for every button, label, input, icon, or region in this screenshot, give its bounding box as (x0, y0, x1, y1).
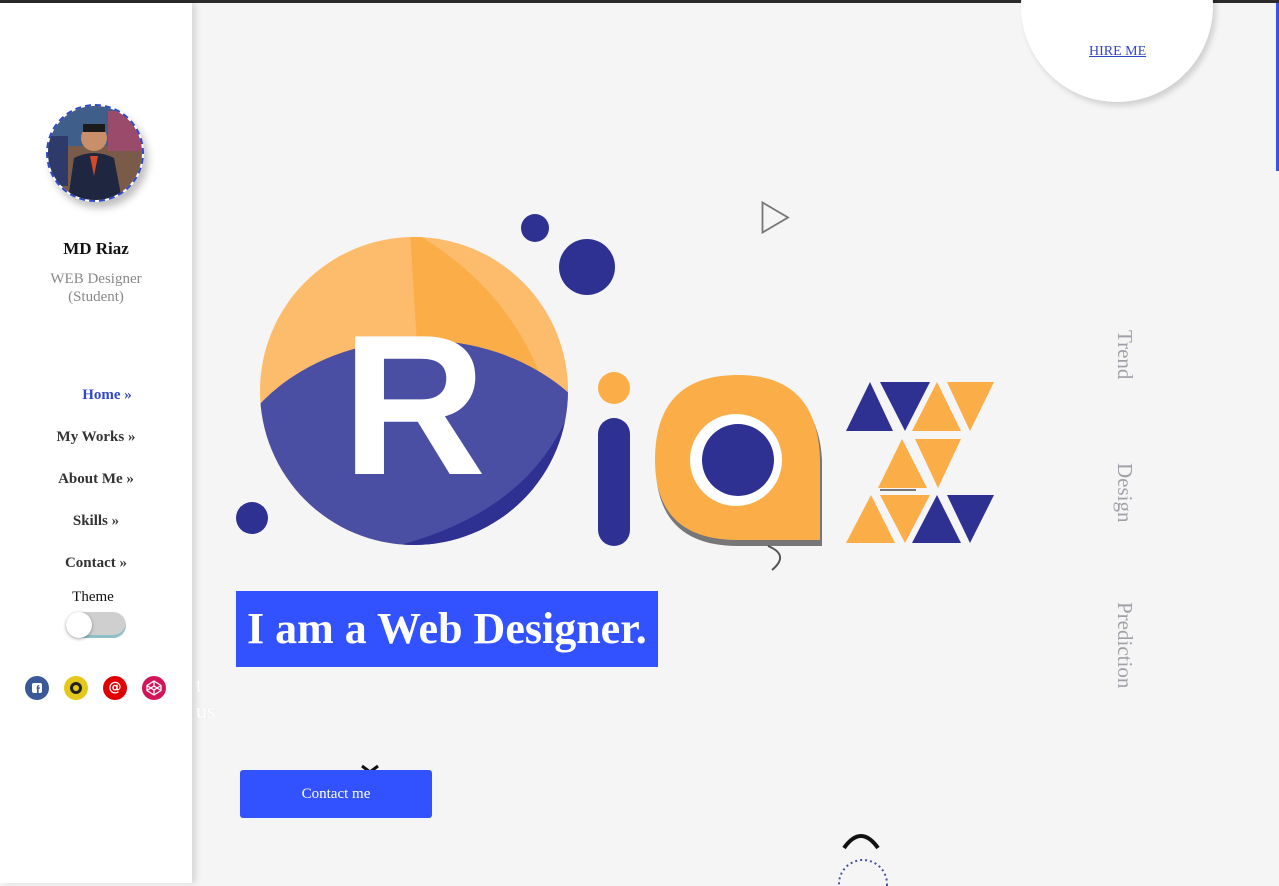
facebook-icon[interactable] (25, 676, 49, 700)
github-icon[interactable] (64, 676, 88, 700)
codepen-icon[interactable] (142, 676, 166, 700)
nav-item-home[interactable]: Home » (0, 383, 192, 425)
logo-i-dot (598, 372, 630, 404)
logo-letter-i (598, 418, 630, 546)
profile-name: MD Riaz (63, 239, 129, 258)
riaz-logo: R (236, 214, 994, 571)
profile-role-status: (Student) (68, 289, 124, 305)
logo-letter-z (846, 382, 994, 543)
avatar (46, 104, 144, 202)
contact-me-button[interactable]: Contact me (240, 770, 432, 818)
profile-photo (48, 106, 142, 200)
nav-item-my-works[interactable]: My Works » (0, 425, 192, 467)
logo-dot (236, 502, 268, 534)
main-nav: Home » My Works » About Me » Skills » Co… (0, 383, 192, 593)
logo-dot (521, 214, 549, 242)
hero-headline: I am a Web Designer. (236, 591, 658, 667)
side-word-design: Design (1113, 463, 1137, 523)
side-word-prediction: Prediction (1113, 602, 1137, 689)
social-tail-text: t us (196, 672, 216, 723)
theme-toggle-knob (66, 612, 92, 638)
profile-role-title: WEB Designer (50, 271, 142, 287)
email-icon[interactable]: @ (103, 676, 127, 700)
logo-letter-r: R (342, 294, 486, 517)
nav-item-contact[interactable]: Contact » (0, 551, 192, 593)
logo-dot (559, 239, 615, 295)
side-word-trend: Trend (1113, 330, 1137, 380)
theme-toggle[interactable] (66, 612, 126, 638)
nav-item-skills[interactable]: Skills » (0, 509, 192, 551)
theme-label: Theme (72, 589, 114, 605)
profile-role: WEB Designer (Student) (0, 270, 192, 306)
nav-item-about-me[interactable]: About Me » (0, 467, 192, 509)
decorative-arc-icon (838, 834, 888, 886)
hire-me-link[interactable]: HIRE ME (1089, 44, 1146, 60)
sidebar: MD Riaz WEB Designer (Student) Home » My… (0, 3, 216, 883)
